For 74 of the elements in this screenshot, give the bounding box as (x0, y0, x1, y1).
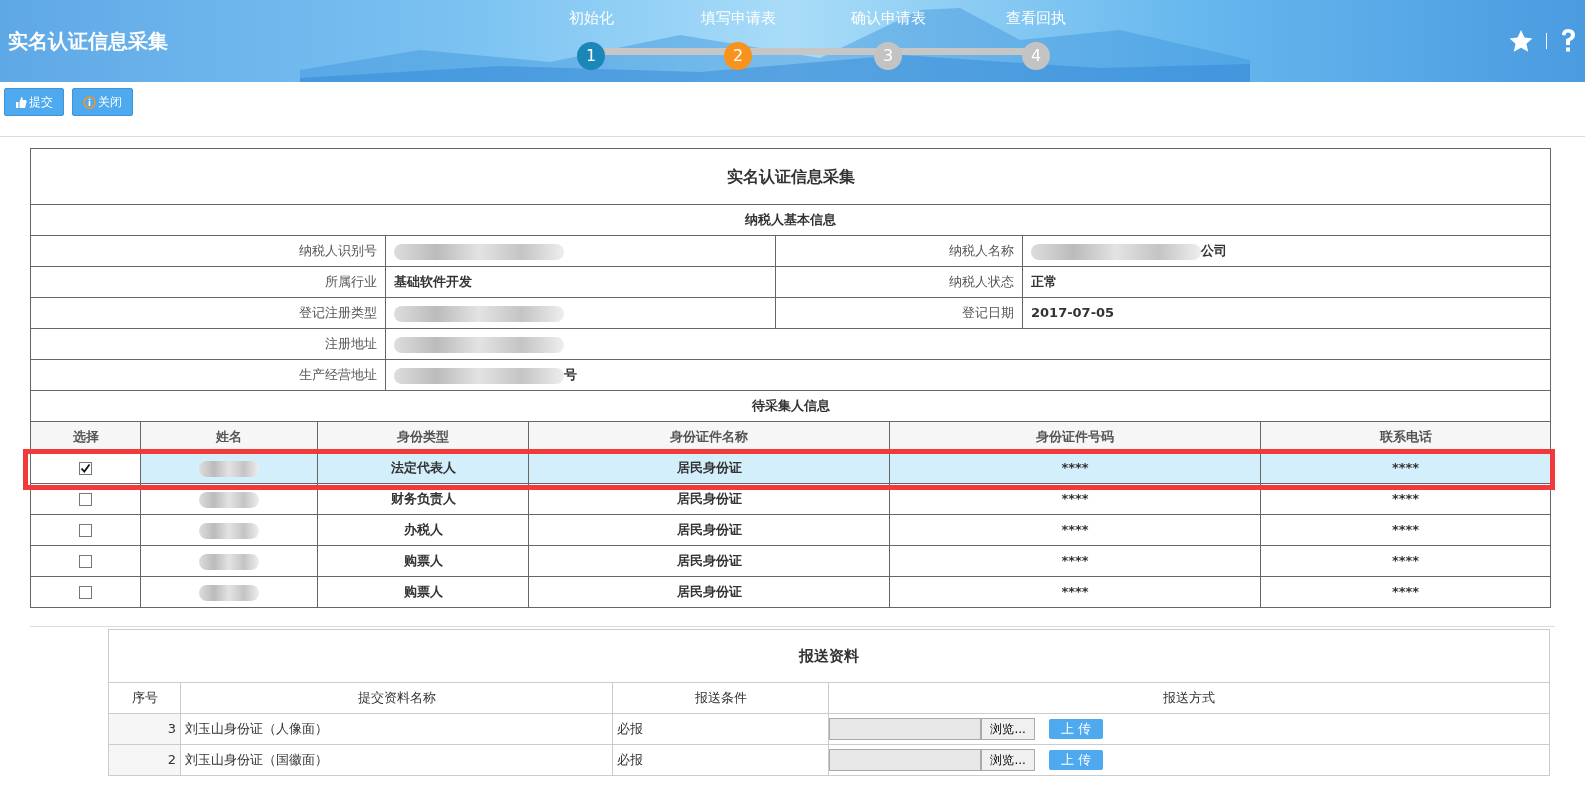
field-label: 生产经营地址 (30, 359, 386, 391)
field-label: 纳税人名称 (775, 235, 1023, 267)
table-cell: **** (1260, 576, 1551, 608)
file-path-field[interactable] (829, 749, 982, 771)
step-label: 确认申请表 (849, 8, 927, 29)
table-cell: 居民身份证 (528, 576, 890, 608)
table-cell: **** (889, 514, 1261, 546)
table-cell: **** (889, 576, 1261, 608)
step-label: 查看回执 (1005, 8, 1067, 29)
column-header: 提交资料名称 (180, 682, 613, 714)
table-cell: 居民身份证 (528, 452, 890, 484)
info-icon (83, 95, 96, 109)
checkbox[interactable] (79, 524, 92, 538)
redacted-name (199, 584, 259, 601)
upload-button[interactable]: 上 传 (1048, 750, 1104, 770)
file-path-field[interactable] (829, 718, 982, 740)
field-value: 2017-07-05 (1031, 305, 1115, 321)
checkbox[interactable] (79, 555, 92, 569)
table-cell: **** (1260, 452, 1551, 484)
toolbar-button[interactable]: 提交 (4, 88, 64, 116)
step-label: 填写申请表 (699, 8, 777, 29)
star-icon[interactable] (1508, 28, 1534, 54)
section-heading: 纳税人基本信息 (30, 204, 1551, 236)
table-cell: 购票人 (317, 545, 529, 577)
field-value: 基础软件开发 (394, 274, 472, 290)
table-cell: **** (889, 452, 1261, 484)
table-cell: **** (889, 545, 1261, 577)
field-value: 号 (564, 367, 577, 383)
column-header: 报送条件 (612, 682, 829, 714)
field-label: 登记日期 (775, 297, 1023, 329)
step-number: 3 (874, 41, 902, 70)
section-heading: 待采集人信息 (30, 390, 1551, 422)
field-label: 注册地址 (30, 328, 386, 360)
table-cell: **** (1260, 514, 1551, 546)
step-number: 4 (1022, 41, 1050, 70)
field-label: 纳税人状态 (775, 266, 1023, 298)
browse-button[interactable]: 浏览... (981, 749, 1035, 771)
upload-button[interactable]: 上 传 (1048, 719, 1104, 739)
browse-button[interactable]: 浏览... (981, 718, 1035, 740)
redacted-name (199, 522, 259, 539)
field-value: 正常 (1031, 274, 1057, 290)
checkbox[interactable] (79, 462, 92, 476)
redacted-name (199, 553, 259, 570)
thumbs-up-icon (15, 95, 27, 109)
field-label: 所属行业 (30, 266, 386, 298)
step-label: 初始化 (567, 8, 615, 29)
table-cell: 刘玉山身份证（国徽面） (180, 744, 613, 776)
step-number: 2 (724, 41, 752, 70)
redacted-name (199, 460, 259, 477)
checkbox[interactable] (79, 586, 92, 600)
table-title: 报送资料 (108, 629, 1550, 683)
field-label: 纳税人识别号 (30, 235, 386, 267)
table-cell: 居民身份证 (528, 545, 890, 577)
column-header: 序号 (108, 682, 181, 714)
row-number: 2 (108, 744, 181, 776)
app-title: 实名认证信息采集 (8, 28, 168, 55)
toolbar-button[interactable]: 关闭 (72, 88, 133, 116)
table-cell: 办税人 (317, 514, 529, 546)
table-cell: 法定代表人 (317, 452, 529, 484)
table-cell: **** (1260, 545, 1551, 577)
field-label: 登记注册类型 (30, 297, 386, 329)
checkbox[interactable] (79, 493, 92, 507)
step-number: 1 (577, 41, 605, 70)
table-cell: 居民身份证 (528, 514, 890, 546)
table-cell: 必报 (612, 744, 829, 776)
table-cell: 购票人 (317, 576, 529, 608)
table-cell: 刘玉山身份证（人像面） (180, 713, 613, 745)
column-header: 报送方式 (829, 682, 1550, 714)
table-cell: 必报 (612, 713, 829, 745)
form-title: 实名认证信息采集 (30, 148, 1551, 205)
redacted-name (199, 491, 259, 508)
field-value: 公司 (1201, 243, 1227, 259)
row-number: 3 (108, 713, 181, 745)
help-icon[interactable] (1559, 28, 1577, 54)
